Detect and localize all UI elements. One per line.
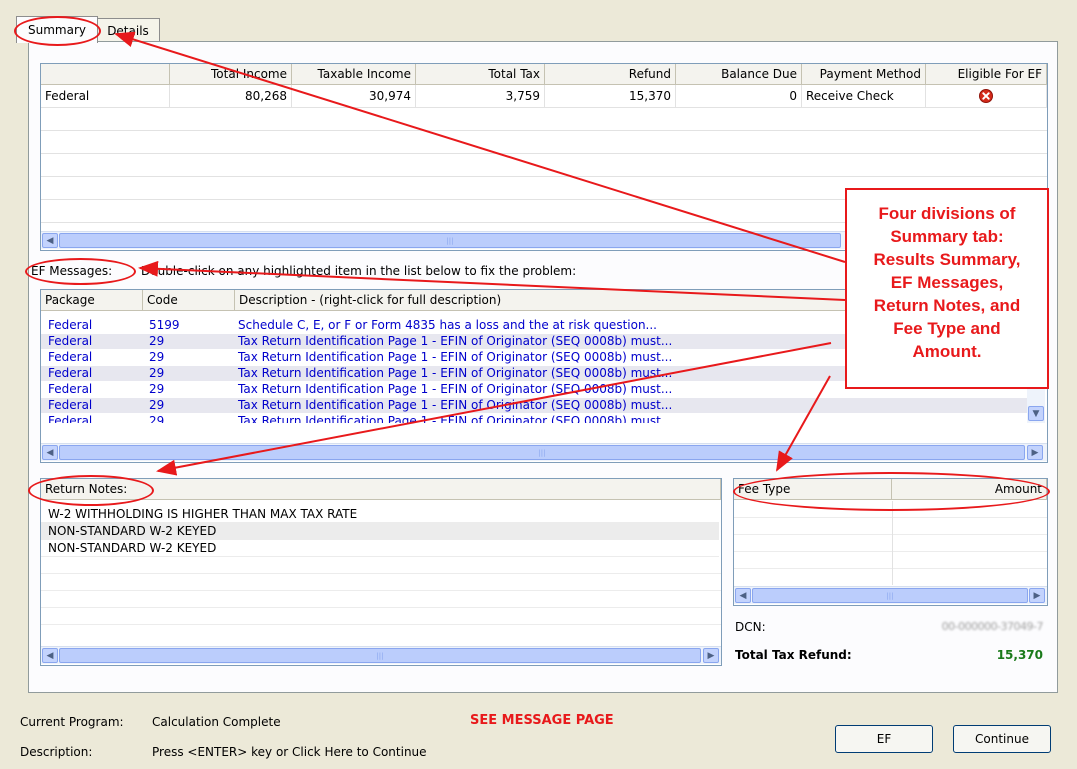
arrow-to-fee-type bbox=[776, 375, 831, 472]
arrow-to-summary-tab bbox=[114, 31, 846, 263]
annotation-arrows bbox=[114, 31, 846, 476]
arrow-to-ef-messages bbox=[138, 260, 846, 301]
arrow-to-return-notes bbox=[156, 342, 832, 476]
